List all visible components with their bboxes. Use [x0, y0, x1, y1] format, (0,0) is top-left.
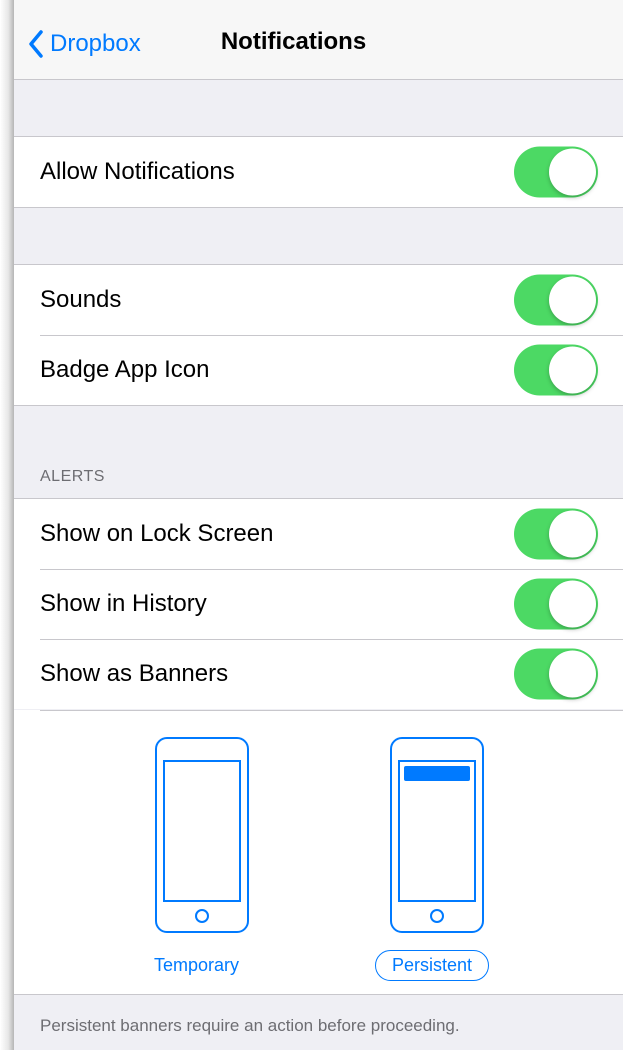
sounds-badge-group: Sounds Badge App Icon — [14, 264, 623, 406]
sounds-toggle[interactable] — [514, 274, 598, 326]
sounds-row: Sounds — [14, 265, 623, 335]
toggle-knob — [549, 276, 596, 324]
sounds-label: Sounds — [40, 286, 122, 313]
allow-notifications-group: Allow Notifications — [14, 136, 623, 208]
home-button-icon — [195, 909, 209, 923]
alerts-section-header: ALERTS — [40, 468, 105, 485]
badge-app-icon-row: Badge App Icon — [14, 335, 623, 405]
banner-footer-note: Persistent banners require an action bef… — [40, 1016, 460, 1035]
temporary-banner-option[interactable] — [155, 737, 249, 933]
home-button-icon — [430, 909, 444, 923]
toggle-knob — [549, 510, 596, 558]
show-as-banners-label: Show as Banners — [40, 660, 229, 687]
toggle-knob — [549, 346, 596, 394]
toggle-knob — [549, 148, 596, 196]
phone-screen-icon — [398, 760, 476, 902]
show-on-lock-screen-toggle[interactable] — [514, 508, 598, 560]
screenshot-edge-shadow — [0, 0, 14, 1050]
show-in-history-toggle[interactable] — [514, 578, 598, 630]
banner-bar-icon — [404, 766, 470, 781]
toggle-knob — [549, 650, 596, 698]
persistent-label[interactable]: Persistent — [375, 950, 490, 981]
show-on-lock-screen-label: Show on Lock Screen — [40, 520, 274, 547]
page-title: Notifications — [220, 28, 367, 55]
badge-app-icon-label: Badge App Icon — [40, 356, 210, 383]
settings-screen: Dropbox Notifications Allow Notification… — [14, 0, 623, 1050]
show-in-history-label: Show in History — [40, 590, 207, 617]
navigation-bar: Dropbox Notifications — [14, 0, 623, 80]
toggle-knob — [549, 580, 596, 628]
allow-notifications-label: Allow Notifications — [40, 158, 235, 185]
persistent-banner-option[interactable] — [390, 737, 484, 933]
show-in-history-row: Show in History — [14, 569, 623, 639]
show-as-banners-row: Show as Banners — [14, 639, 623, 709]
temporary-label[interactable]: Temporary — [154, 955, 239, 976]
show-as-banners-toggle[interactable] — [514, 648, 598, 700]
alerts-group: Show on Lock Screen Show in History Show… — [14, 498, 623, 709]
badge-app-icon-toggle[interactable] — [514, 344, 598, 396]
allow-notifications-row: Allow Notifications — [14, 137, 623, 207]
show-on-lock-screen-row: Show on Lock Screen — [14, 499, 623, 569]
banner-style-picker: Temporary Persistent — [14, 710, 623, 995]
phone-screen-icon — [163, 760, 241, 902]
allow-notifications-toggle[interactable] — [514, 146, 598, 198]
